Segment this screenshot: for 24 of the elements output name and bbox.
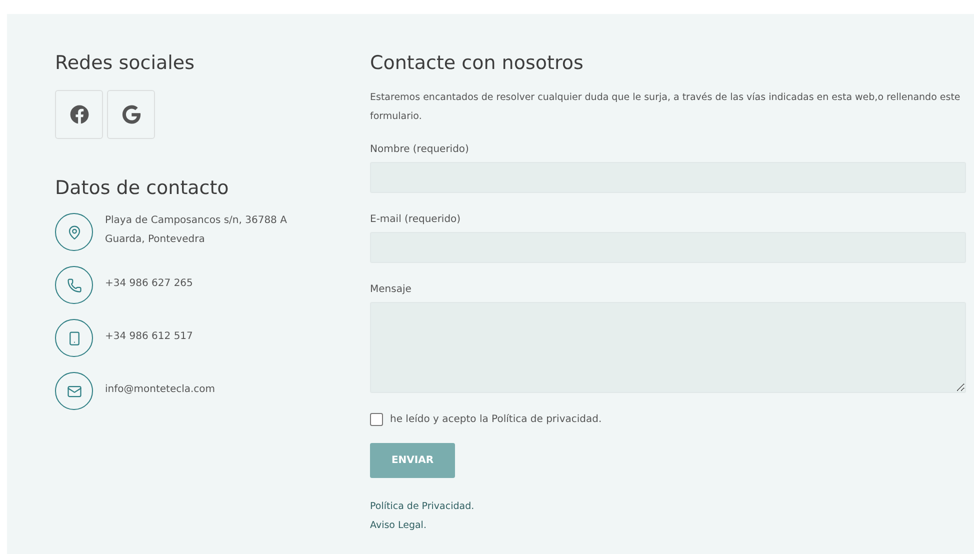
contact-text: +34 986 627 265 <box>105 277 194 291</box>
field-label: Nombre (requerido) <box>370 144 470 155</box>
footer-link[interactable]: Política de Privacidad. <box>370 497 474 516</box>
section-heading: Redes sociales <box>55 52 196 74</box>
field-label: E-mail (requerido) <box>370 214 462 225</box>
field-label: Mensaje <box>370 284 412 295</box>
consent-label: he leído y acepto la Política de privacidad. <box>390 414 602 425</box>
section-heading: Datos de contacto <box>55 177 230 199</box>
contact-text: info@montetecla.com <box>105 383 216 397</box>
section-heading: Contacte con nosotros <box>370 52 584 74</box>
map-pin-icon <box>66 224 82 240</box>
social-button[interactable] <box>107 90 155 139</box>
intro-text: Estaremos encantados de resolver cualquier duda que le surja, a través de las vías indicadas en esta web,o rellenando este formulario. <box>370 91 962 124</box>
contact-text: +34 986 612 517 <box>105 330 194 344</box>
contact-text: Playa de Camposancos s/n, 36788 A Guarda, Pontevedra <box>105 214 288 247</box>
footer-link[interactable]: Aviso Legal. <box>370 516 426 535</box>
mobile-phone-icon <box>66 330 82 346</box>
envelope-icon <box>66 384 82 398</box>
message-field[interactable] <box>370 302 966 393</box>
google-icon <box>122 105 140 124</box>
social-button[interactable] <box>55 90 103 139</box>
consent-checkbox[interactable] <box>370 413 383 426</box>
phone-icon <box>66 278 82 292</box>
facebook-icon <box>70 105 88 124</box>
